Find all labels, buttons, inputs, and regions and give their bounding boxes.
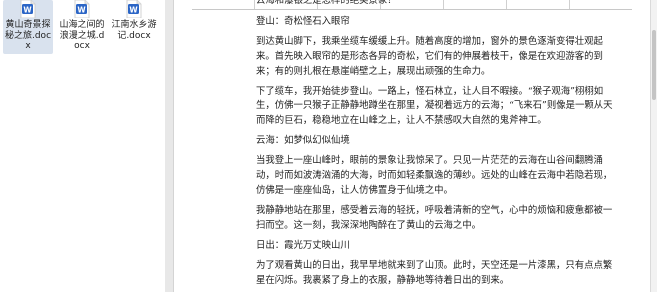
heading-cloud-sea: 云海：如梦似幻似仙境 xyxy=(256,135,350,147)
vertical-scrollbar[interactable] xyxy=(650,0,657,292)
left-margin-bar xyxy=(165,0,174,292)
heading-sunrise: 日出：霞光万丈映山川 xyxy=(256,239,350,251)
paragraph: 为了观看黄山的日出，我早早地就来到了山顶。此时，天空还是一片漆黑，只有点点繁星在… xyxy=(256,259,613,286)
paragraph: 下了缆车，我开始徒步登山。一路上，怪石林立，让人目不暇接。“猴子观海”栩栩如生，… xyxy=(256,85,613,127)
partial-line: 云海和瀑银之是怎样的绝美景象？ xyxy=(256,0,397,6)
svg-text:W: W xyxy=(77,5,86,14)
svg-text:W: W xyxy=(23,5,32,14)
word-doc-icon: W xyxy=(20,0,36,18)
file-label: 江南水乡游记.docx xyxy=(111,20,157,41)
file-label: 黄山奇景探秘之旅.docx xyxy=(4,20,52,51)
file-label: 山海之间的浪漫之城.docx xyxy=(59,20,105,51)
heading-climb: 登山：奇松怪石入眼帘 xyxy=(256,15,350,27)
paragraph: 我静静地站在那里，感受着云海的轻抚，呼吸着清新的空气，心中的烦恼和疲惫都被一扫而… xyxy=(256,204,613,231)
desktop-file-huangshan[interactable]: W 黄山奇景探秘之旅.docx xyxy=(3,0,53,54)
scrollbar-thumb[interactable] xyxy=(652,30,656,100)
paragraph: 当我登上一座山峰时，眼前的景象让我惊呆了。只见一片茫茫的云海在山谷间翻腾涌动，时… xyxy=(256,155,613,196)
desktop-file-jiangnan[interactable]: W 江南水乡游记.docx xyxy=(109,0,159,43)
paragraph: 到达黄山脚下，我乘坐缆车缓缓上升。随着高度的增加，窗外的景色逐渐变得壮观起来。首… xyxy=(256,35,603,77)
document-body[interactable]: 云海和瀑银之是怎样的绝美景象？ 登山：奇松怪石入眼帘 到达黄山脚下，我乘坐缆车缓… xyxy=(256,0,620,292)
screen: W 黄山奇景探秘之旅.docx W 山海之间的浪漫之城.docx W 江南水乡游… xyxy=(0,0,657,292)
svg-text:W: W xyxy=(129,5,138,14)
document-page[interactable]: 云海和瀑银之是怎样的绝美景象？ 登山：奇松怪石入眼帘 到达黄山脚下，我乘坐缆车缓… xyxy=(174,0,650,292)
word-doc-icon: W xyxy=(74,0,90,18)
word-document-window: 云海和瀑银之是怎样的绝美景象？ 登山：奇松怪石入眼帘 到达黄山脚下，我乘坐缆车缓… xyxy=(165,0,657,292)
desktop-file-shanhai[interactable]: W 山海之间的浪漫之城.docx xyxy=(57,0,107,54)
word-doc-icon: W xyxy=(126,0,142,18)
desktop: W 黄山奇景探秘之旅.docx W 山海之间的浪漫之城.docx W 江南水乡游… xyxy=(0,0,165,292)
